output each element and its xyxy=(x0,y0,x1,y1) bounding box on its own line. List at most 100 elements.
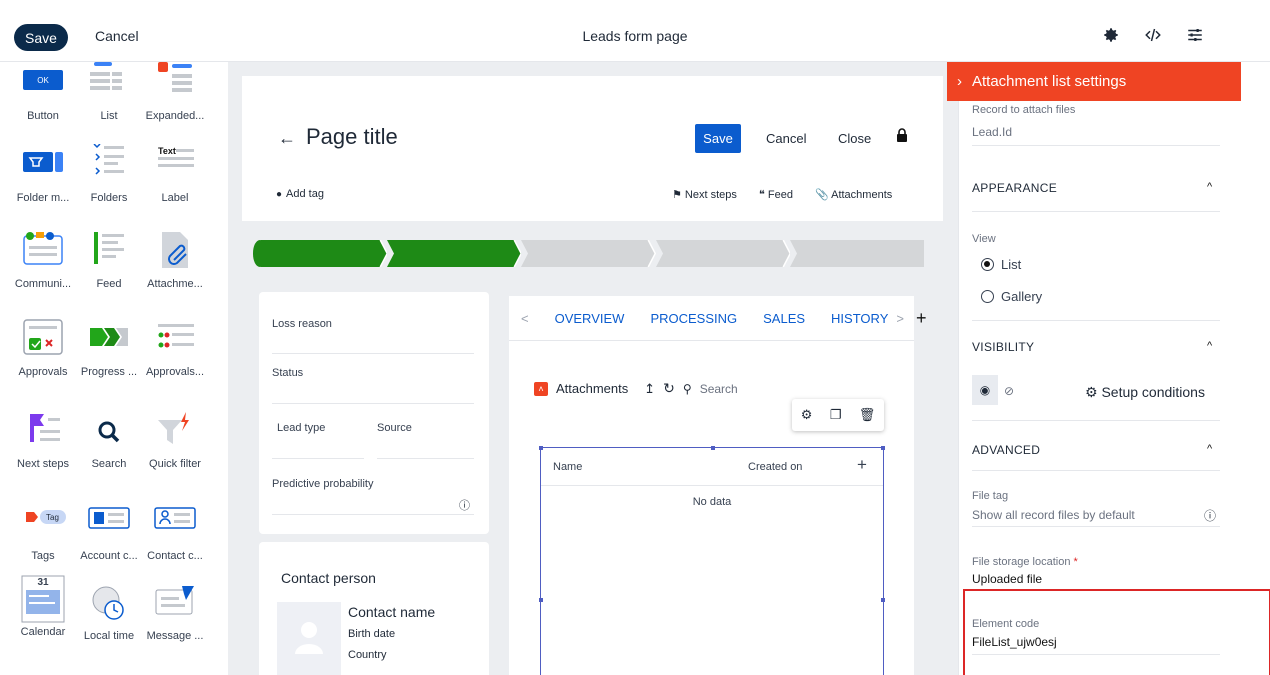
add-tag-button[interactable]: ● Add tag xyxy=(276,188,324,200)
record-value-field[interactable]: Lead.Id xyxy=(972,125,1012,139)
tabs-next-button[interactable]: > xyxy=(896,311,904,326)
progress-bar-icon xyxy=(86,318,132,358)
column-created-on[interactable]: Created on xyxy=(748,461,802,473)
eye-off-icon[interactable]: ⊘ xyxy=(1004,384,1014,398)
element-code-input[interactable]: FileList_ujw0esj xyxy=(972,635,1057,649)
palette-item-next-steps[interactable]: Next steps xyxy=(6,410,80,470)
contact-person-card[interactable]: Contact person Contact name Birth date C… xyxy=(259,542,489,675)
lead-fields-card[interactable]: Loss reason Status Lead type Source Pred… xyxy=(259,292,489,534)
list-icon xyxy=(86,62,132,102)
resize-handle[interactable] xyxy=(881,598,885,602)
radio-checked[interactable] xyxy=(981,258,994,271)
add-tab-button[interactable]: + xyxy=(916,308,927,329)
palette-item-list[interactable]: List xyxy=(72,62,146,122)
palette-label: Label xyxy=(161,192,189,204)
attachments-grid[interactable]: Name Created on + No data xyxy=(539,446,885,675)
storage-location-value[interactable]: Uploaded file xyxy=(972,572,1042,586)
copy-icon[interactable]: ❐ xyxy=(830,407,842,423)
visibility-section-title[interactable]: VISIBILITY xyxy=(972,340,1034,354)
page-header-card[interactable]: ← Page title Save Cancel Close ● Add tag ⚑… xyxy=(242,76,943,221)
chevron-right-icon[interactable]: › xyxy=(957,73,962,90)
progress-step[interactable] xyxy=(253,240,388,267)
progress-step[interactable] xyxy=(387,240,522,267)
palette-item-expanded-list[interactable]: Expanded... xyxy=(138,62,212,122)
view-option-list[interactable]: List xyxy=(981,257,1021,272)
palette-item-approvals[interactable]: Approvals xyxy=(6,318,80,378)
progress-bar[interactable] xyxy=(253,240,925,267)
setup-conditions-button[interactable]: ⚙ Setup conditions xyxy=(1085,384,1205,401)
palette-item-quick-filter[interactable]: Quick filter xyxy=(138,410,212,470)
appearance-section-title[interactable]: APPEARANCE xyxy=(972,181,1057,195)
tab-sales[interactable]: SALES xyxy=(763,311,805,326)
palette-label: Communi... xyxy=(14,278,72,290)
eye-icon[interactable]: ◉ xyxy=(972,375,998,405)
palette-item-label[interactable]: Text Label xyxy=(138,144,212,204)
palette-item-folders[interactable]: Folders xyxy=(72,143,146,204)
header-save-button[interactable]: Save xyxy=(695,124,741,153)
expanded-list-icon xyxy=(152,62,198,102)
tab-overview[interactable]: OVERVIEW xyxy=(555,311,625,326)
palette-item-message[interactable]: Message ... xyxy=(138,582,212,642)
resize-handle[interactable] xyxy=(539,446,543,450)
birth-date: Birth date xyxy=(348,628,396,640)
column-name[interactable]: Name xyxy=(553,461,582,473)
next-steps-action[interactable]: ⚑ Next steps xyxy=(672,188,737,201)
view-option-gallery[interactable]: Gallery xyxy=(981,289,1042,304)
palette-item-calendar[interactable]: 31 Calendar xyxy=(6,574,80,638)
country: Country xyxy=(348,649,387,661)
tabs-card[interactable]: < OVERVIEW PROCESSING SALES HISTORY > + … xyxy=(509,296,926,675)
info-icon[interactable]: ⓘ xyxy=(459,497,470,513)
settings-gear-icon[interactable] xyxy=(1100,24,1122,46)
palette-item-contact-card[interactable]: Contact c... xyxy=(138,502,212,562)
attachments-search-input[interactable]: Search xyxy=(700,382,738,396)
back-arrow-icon[interactable]: ← xyxy=(278,128,296,148)
chevron-up-icon[interactable]: ^ xyxy=(1207,340,1212,352)
code-icon[interactable] xyxy=(1142,24,1164,46)
palette-item-attachments[interactable]: Attachme... xyxy=(138,230,212,290)
info-icon[interactable]: ⓘ xyxy=(1204,507,1216,524)
palette-item-feed[interactable]: Feed xyxy=(72,230,146,290)
sliders-icon[interactable] xyxy=(1184,24,1206,46)
tabs-prev-button[interactable]: < xyxy=(521,311,529,326)
progress-step[interactable] xyxy=(789,240,925,267)
tab-history[interactable]: HISTORY xyxy=(831,311,888,326)
add-column-button[interactable]: + xyxy=(857,455,867,475)
palette-item-tags[interactable]: Tag Tags xyxy=(6,502,80,562)
settings-gear-icon[interactable]: ⚙ xyxy=(801,407,813,423)
chevron-up-icon[interactable]: ^ xyxy=(1207,181,1212,193)
advanced-section-title[interactable]: ADVANCED xyxy=(972,443,1040,457)
header-cancel-button[interactable]: Cancel xyxy=(766,131,806,146)
upload-icon[interactable]: ↥ xyxy=(644,381,655,397)
trash-icon[interactable]: 🗑 xyxy=(859,407,876,423)
feed-icon xyxy=(86,230,132,270)
palette-label: Folders xyxy=(90,192,128,204)
palette-item-local-time[interactable]: Local time xyxy=(72,582,146,642)
palette-item-progress-bar[interactable]: Progress ... xyxy=(72,318,146,378)
resize-handle[interactable] xyxy=(711,446,715,450)
resize-handle[interactable] xyxy=(881,446,885,450)
progress-step[interactable] xyxy=(655,240,790,267)
header-close-button[interactable]: Close xyxy=(838,131,871,146)
attachments-action[interactable]: 📎 Attachments xyxy=(815,188,892,201)
chevron-up-icon[interactable]: ^ xyxy=(1207,443,1212,455)
palette-item-button[interactable]: OK Button xyxy=(6,62,80,122)
palette-item-account-card[interactable]: Account c... xyxy=(72,502,146,562)
palette-label: Message ... xyxy=(146,630,204,642)
approvals-icon xyxy=(20,318,66,358)
calendar-badge: 31 xyxy=(37,577,49,588)
palette-item-communication[interactable]: Communi... xyxy=(6,230,80,290)
attachment-icon xyxy=(152,230,198,270)
settings-header[interactable]: › Attachment list settings xyxy=(947,62,1241,101)
search-icon[interactable]: ⚲ xyxy=(683,382,692,396)
refresh-icon[interactable]: ↻ xyxy=(663,380,675,397)
file-tag-input[interactable]: Show all record files by default xyxy=(972,508,1135,522)
radio-unchecked[interactable] xyxy=(981,290,994,303)
palette-item-approvals-list[interactable]: Approvals... xyxy=(138,318,212,378)
resize-handle[interactable] xyxy=(539,598,543,602)
progress-step[interactable] xyxy=(521,240,656,267)
feed-action[interactable]: ❝ Feed xyxy=(759,188,793,201)
palette-item-search[interactable]: Search xyxy=(72,410,146,470)
tab-processing[interactable]: PROCESSING xyxy=(650,311,737,326)
palette-item-folder-manager[interactable]: Folder m... xyxy=(6,144,80,204)
lock-icon[interactable] xyxy=(896,128,908,145)
